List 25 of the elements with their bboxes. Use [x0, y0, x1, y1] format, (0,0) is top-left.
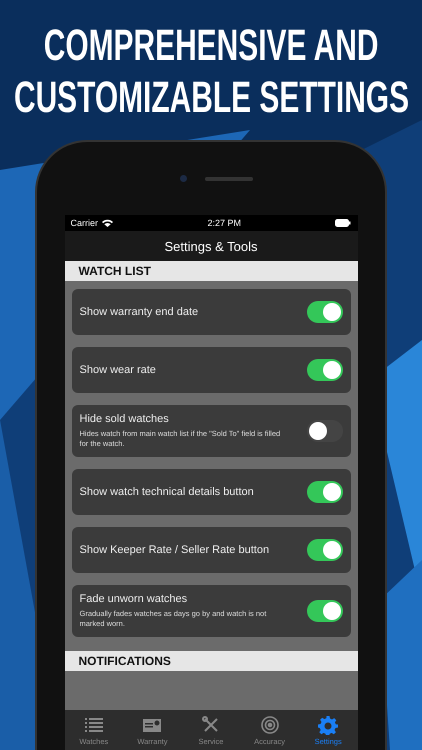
setting-label: Show watch technical details button	[80, 486, 255, 498]
setting-label: Hide sold watches	[80, 413, 170, 425]
target-icon	[260, 714, 280, 734]
setting-label: Show Keeper Rate / Seller Rate button	[80, 544, 270, 556]
status-time: 2:27 PM	[207, 218, 242, 228]
wifi-icon	[102, 219, 114, 227]
carrier-label: Carrier	[70, 218, 98, 228]
toggle-switch[interactable]	[306, 301, 342, 323]
section-header: WATCH LIST	[64, 261, 358, 281]
battery-icon	[335, 219, 352, 227]
setting-label: Show wear rate	[80, 364, 157, 376]
toggle-switch[interactable]	[306, 420, 342, 442]
toggle-switch[interactable]	[306, 600, 342, 622]
setting-label: Fade unworn watches	[80, 593, 188, 605]
speaker-icon	[204, 176, 252, 180]
camera-icon	[180, 175, 186, 182]
gear-icon	[318, 714, 338, 734]
toggle-switch[interactable]	[306, 539, 342, 561]
setting-label: Show warranty end date	[80, 306, 200, 318]
headline: COMPREHENSIVE AND	[44, 22, 378, 70]
toggle-switch[interactable]	[306, 359, 342, 381]
toggle-switch[interactable]	[306, 481, 342, 503]
section-header: NOTIFICATIONS	[64, 651, 358, 671]
headline: CUSTOMIZABLE SETTINGS	[13, 74, 409, 122]
nav-title: Settings & Tools	[164, 238, 258, 254]
